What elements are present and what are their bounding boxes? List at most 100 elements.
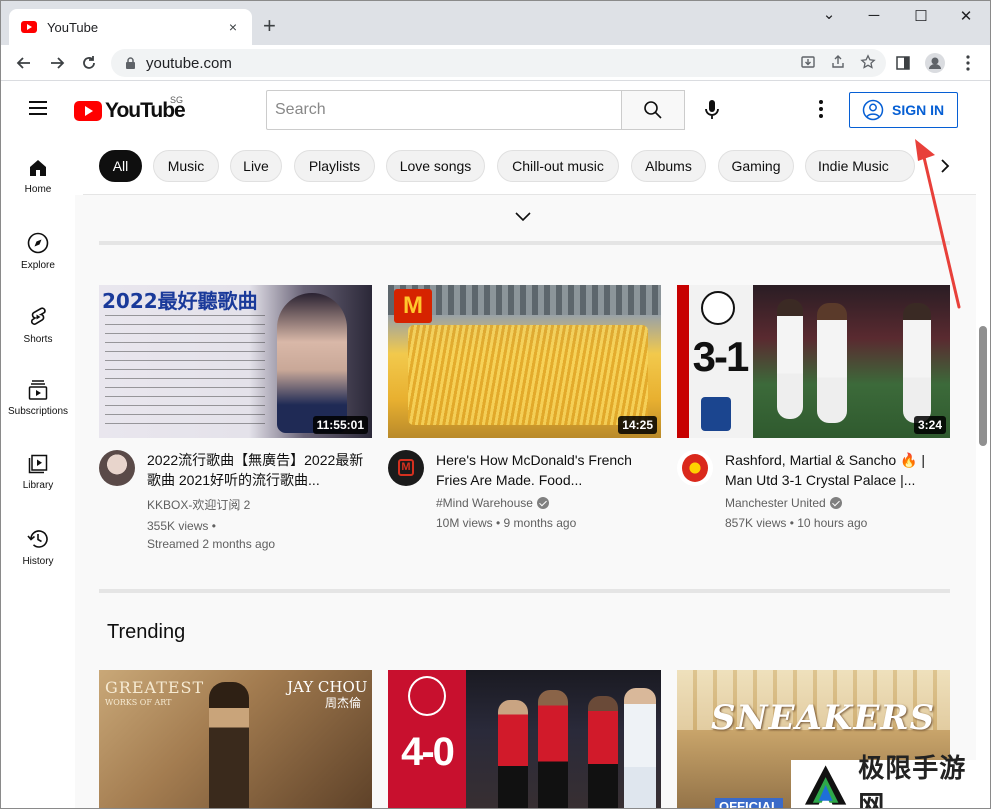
club-crest-icon <box>408 676 446 716</box>
video-duration: 11:55:01 <box>312 416 368 434</box>
trending-video-card[interactable]: GREATEST WORKS OF ART JAY CHOU 周杰倫 <box>99 670 372 808</box>
install-icon[interactable] <box>800 54 816 75</box>
browser-menu-icon[interactable] <box>957 52 979 74</box>
thumbnail-player <box>777 299 803 419</box>
video-feed: 2022最好聽歌曲 11:55:01 2022流行歌曲【無廣告】2022最新歌曲… <box>75 195 976 808</box>
chip-albums[interactable]: Albums <box>631 150 706 182</box>
scrollbar-thumb[interactable] <box>979 326 987 446</box>
chip-chill-out-music[interactable]: Chill-out music <box>497 150 619 182</box>
minimize-button[interactable]: ─ <box>859 7 889 24</box>
home-icon <box>30 160 46 176</box>
sidebar-item-explore[interactable]: Explore <box>1 212 75 282</box>
thumbnail-player <box>538 690 568 808</box>
chip-love-songs[interactable]: Love songs <box>386 150 485 182</box>
sign-in-button[interactable]: SIGN IN <box>849 92 958 128</box>
mcdonalds-logo: M <box>394 289 432 323</box>
thumbnail-text: SNEAKERS <box>711 698 936 738</box>
browser-window: YouTube × + ⌄ ─ ☐ ✕ youtube.com YouTube … <box>0 0 991 809</box>
address-bar[interactable]: youtube.com <box>111 49 886 77</box>
reload-icon[interactable] <box>78 52 100 74</box>
region-label: SG <box>170 95 184 105</box>
browser-titlebar: YouTube × + ⌄ ─ ☐ ✕ <box>1 1 990 45</box>
history-icon <box>27 530 48 548</box>
tab-close-icon[interactable]: × <box>224 19 242 35</box>
site-watermark: 极限手游网 <box>791 754 990 808</box>
voice-search-button[interactable] <box>694 92 730 128</box>
back-icon[interactable] <box>13 52 35 74</box>
channel-avatar[interactable] <box>99 450 135 486</box>
search-input[interactable] <box>275 101 621 119</box>
video-thumbnail[interactable]: GREATEST WORKS OF ART JAY CHOU 周杰倫 <box>99 670 372 808</box>
video-thumbnail[interactable]: M 14:25 <box>388 285 661 438</box>
browser-tab[interactable]: YouTube × <box>9 9 252 45</box>
close-window-button[interactable]: ✕ <box>951 7 981 25</box>
chevron-down-icon[interactable] <box>515 209 531 227</box>
trending-video-card[interactable]: 4-0 <box>388 670 661 808</box>
sign-in-label: SIGN IN <box>892 102 945 118</box>
video-duration: 3:24 <box>913 416 946 434</box>
sidebar-item-label: Subscriptions <box>7 406 69 417</box>
video-card[interactable]: 2022最好聽歌曲 11:55:01 2022流行歌曲【無廣告】2022最新歌曲… <box>99 285 372 553</box>
youtube-header: YouTube SG SIGN IN <box>1 82 976 138</box>
bookmark-star-icon[interactable] <box>860 54 876 75</box>
profile-icon[interactable] <box>924 52 946 74</box>
sidebar-item-label: Shorts <box>23 334 53 345</box>
thumbnail-fries <box>408 325 648 425</box>
chip-music[interactable]: Music <box>153 150 219 182</box>
tab-search-icon[interactable]: ⌄ <box>814 5 844 23</box>
settings-more-icon[interactable] <box>810 98 832 120</box>
share-icon[interactable] <box>830 54 846 75</box>
video-title[interactable]: 2022流行歌曲【無廣告】2022最新歌曲 2021好听的流行歌曲... <box>147 450 372 490</box>
chip-gaming[interactable]: Gaming <box>718 150 794 182</box>
channel-name[interactable]: #Mind Warehouse <box>436 496 533 510</box>
channel-name[interactable]: Manchester United <box>725 496 826 510</box>
video-age: Streamed 2 months ago <box>147 537 276 551</box>
video-title[interactable]: Here's How McDonald's French Fries Are M… <box>436 450 661 490</box>
youtube-logo[interactable]: YouTube SG <box>74 95 186 123</box>
video-thumbnail[interactable]: 2022最好聽歌曲 11:55:01 <box>99 285 372 438</box>
thumbnail-text: WORKS OF ART <box>105 698 172 707</box>
menu-icon[interactable] <box>29 101 47 115</box>
url-text: youtube.com <box>146 54 232 72</box>
search-icon <box>644 101 662 119</box>
thumbnail-score-panel: 4-0 <box>388 670 466 808</box>
video-views: 857K views • 10 hours ago <box>725 516 868 530</box>
search-button[interactable] <box>621 90 685 130</box>
chip-bar: All Music Live Playlists Love songs Chil… <box>83 138 976 195</box>
sidebar: Home Explore Shorts Subscriptions Librar… <box>1 138 75 808</box>
video-card[interactable]: M 14:25 M Here's How McDonald's French F… <box>388 285 661 532</box>
trending-heading: Trending <box>107 621 186 643</box>
video-title[interactable]: Rashford, Martial & Sancho 🔥 | Man Utd 3… <box>725 450 950 490</box>
sidebar-item-label: Library <box>22 480 54 491</box>
sidebar-item-label: Explore <box>21 260 55 271</box>
sidebar-item-library[interactable]: Library <box>1 434 75 504</box>
video-views: 10M views • 9 months ago <box>436 516 577 530</box>
side-panel-icon[interactable] <box>892 52 914 74</box>
chip-indie-music[interactable]: Indie Music <box>805 150 915 182</box>
video-views: 355K views • <box>147 519 216 533</box>
video-thumbnail[interactable]: 4-0 <box>388 670 661 808</box>
channel-name[interactable]: KKBOX-欢迎订阅 2 <box>147 496 250 513</box>
sidebar-item-history[interactable]: History <box>1 508 75 578</box>
opponent-crest-icon <box>701 397 731 431</box>
sidebar-item-subscriptions[interactable]: Subscriptions <box>1 360 75 430</box>
search-field[interactable] <box>266 90 622 130</box>
sidebar-item-shorts[interactable]: Shorts <box>1 286 75 356</box>
verified-badge-icon <box>536 497 549 509</box>
chip-all[interactable]: All <box>99 150 142 182</box>
microphone-icon <box>705 100 719 119</box>
browser-toolbar: youtube.com <box>1 45 990 81</box>
watermark-logo-icon <box>804 765 847 805</box>
account-icon <box>862 99 884 121</box>
channel-avatar[interactable] <box>677 450 713 486</box>
new-tab-button[interactable]: + <box>263 15 276 37</box>
forward-icon[interactable] <box>46 52 68 74</box>
thumbnail-score: 4-0 <box>401 730 455 774</box>
chip-playlists[interactable]: Playlists <box>294 150 375 182</box>
chip-live[interactable]: Live <box>230 150 282 182</box>
video-card[interactable]: 3-1 3:24 Rashford, Martial & Sancho 🔥 | … <box>677 285 950 532</box>
club-crest-icon <box>701 291 735 325</box>
maximize-button[interactable]: ☐ <box>906 7 936 25</box>
channel-avatar[interactable]: M <box>388 450 424 486</box>
sidebar-item-home[interactable]: Home <box>1 138 75 208</box>
